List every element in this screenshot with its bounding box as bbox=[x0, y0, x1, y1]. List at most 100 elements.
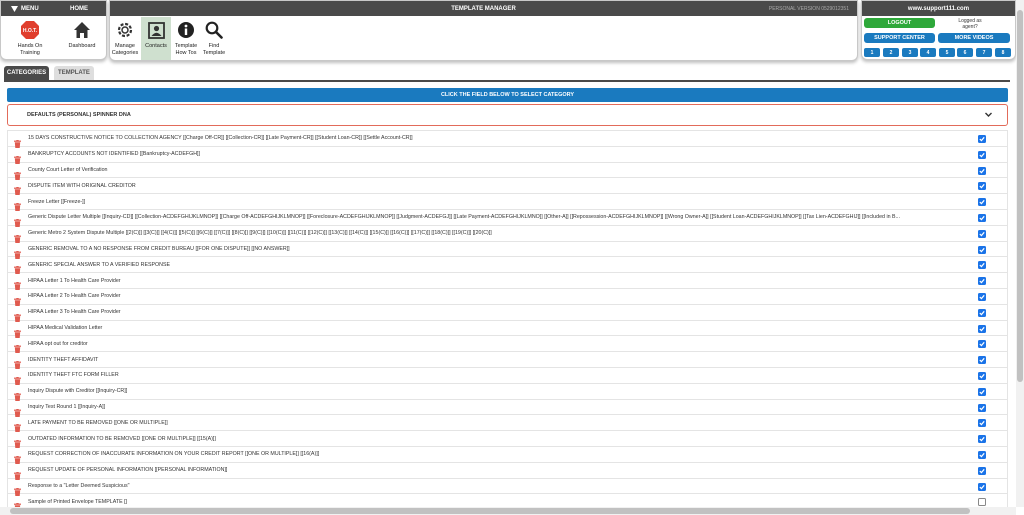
template-label: IDENTITY THEFT FTC FORM FILLER bbox=[28, 372, 119, 379]
template-row[interactable]: GENERIC SPECIAL ANSWER TO A VERIFIED RES… bbox=[8, 257, 1007, 275]
home-label[interactable]: HOME bbox=[70, 6, 88, 12]
checkmark-icon bbox=[979, 358, 985, 363]
hot-badge-icon: H.O.T. bbox=[20, 19, 40, 41]
template-label: HIPAA Letter 1 To Health Care Provider bbox=[28, 277, 121, 284]
logged-as-info: Logged as agent? bbox=[942, 18, 998, 30]
template-label: BANKRUPTCY ACCOUNTS NOT IDENTIFIED [[Ban… bbox=[28, 151, 200, 158]
logout-button[interactable]: LOGOUT bbox=[864, 18, 935, 28]
template-row[interactable]: GENERIC REMOVAL TO A NO RESPONSE FROM CR… bbox=[8, 242, 1007, 259]
template-checkbox[interactable] bbox=[978, 150, 986, 159]
template-checkbox[interactable] bbox=[978, 261, 986, 270]
page-button-3[interactable]: 3 bbox=[902, 48, 918, 57]
template-row[interactable]: Inquiry Dispute with Creditor [[Inquiry-… bbox=[8, 384, 1007, 401]
menu-header: MENU HOME bbox=[1, 1, 106, 16]
template-row[interactable]: REQUEST UPDATE OF PERSONAL INFORMATION [… bbox=[8, 463, 1007, 480]
more-videos-button[interactable]: MORE VIDEOS bbox=[938, 33, 1010, 43]
template-label: Generic Metro 2 System Dispute Multiple … bbox=[28, 230, 492, 237]
template-row[interactable]: HIPAA opt out for creditor bbox=[8, 336, 1007, 354]
template-checkbox[interactable] bbox=[978, 356, 986, 365]
checkmark-icon bbox=[979, 484, 985, 490]
template-row[interactable]: HIPAA Letter 1 To Health Care Provider bbox=[8, 273, 1007, 291]
tab-categories[interactable]: CATEGORIES bbox=[4, 66, 49, 80]
info-icon bbox=[177, 19, 195, 41]
template-checkbox[interactable] bbox=[978, 135, 986, 143]
hands-on-training-button[interactable]: H.O.T. Hands On Training bbox=[11, 19, 49, 57]
template-checkbox[interactable] bbox=[978, 324, 986, 333]
template-checkbox[interactable] bbox=[978, 277, 986, 286]
dashboard-button[interactable]: Dashboard bbox=[65, 19, 99, 50]
page-button-6[interactable]: 6 bbox=[957, 48, 973, 57]
template-label: OUTDATED INFORMATION TO BE REMOVED [[ONE… bbox=[28, 435, 216, 442]
template-label: IDENTITY THEFT AFFIDAVIT bbox=[28, 356, 99, 363]
template-row[interactable]: 15 DAYS CONSTRUCTIVE NOTICE TO COLLECTIO… bbox=[8, 131, 1007, 148]
template-label: Sample of Printed Envelope TEMPLATE [] bbox=[28, 498, 128, 505]
template-checkbox[interactable] bbox=[978, 182, 986, 191]
template-how-tos-button[interactable]: Template How Tos bbox=[172, 19, 200, 57]
template-label: Freeze Letter [[Freeze-]] bbox=[28, 198, 86, 205]
template-checkbox[interactable] bbox=[978, 308, 986, 317]
template-checkbox[interactable] bbox=[978, 482, 986, 491]
page-button-8[interactable]: 8 bbox=[995, 48, 1011, 57]
contact-card-icon bbox=[147, 19, 165, 41]
support-header: www.support111.com bbox=[862, 1, 1015, 16]
template-label: REQUEST UPDATE OF PERSONAL INFORMATION [… bbox=[28, 467, 228, 474]
template-checkbox[interactable] bbox=[978, 166, 986, 175]
template-checkbox[interactable] bbox=[978, 198, 986, 207]
template-checkbox[interactable] bbox=[978, 292, 986, 301]
tab-template[interactable]: TEMPLATE bbox=[54, 66, 94, 80]
page-button-4[interactable]: 4 bbox=[920, 48, 936, 57]
template-checkbox[interactable] bbox=[978, 245, 986, 254]
template-row[interactable]: Response to a "Letter Deemed Suspicious" bbox=[8, 479, 1007, 496]
checkmark-icon bbox=[979, 279, 985, 284]
checkmark-icon bbox=[979, 326, 985, 332]
hands-on-training-label: Hands On Training bbox=[17, 43, 43, 56]
page-button-5[interactable]: 5 bbox=[939, 48, 955, 57]
page-button-1[interactable]: 1 bbox=[864, 48, 880, 57]
template-how-tos-label: Template How Tos bbox=[174, 43, 198, 56]
vertical-scrollbar-thumb[interactable] bbox=[1017, 10, 1023, 382]
support-center-button[interactable]: SUPPORT CENTER bbox=[864, 33, 935, 43]
page-button-2[interactable]: 2 bbox=[883, 48, 899, 57]
template-row[interactable]: Freeze Letter [[Freeze-]] bbox=[8, 194, 1007, 212]
template-row[interactable]: Generic Metro 2 System Dispute Multiple … bbox=[8, 226, 1007, 243]
template-row[interactable]: LATE PAYMENT TO BE REMOVED [[ONE OR MULT… bbox=[8, 415, 1007, 433]
template-row[interactable]: Generic Dispute Letter Multiple [[Inquir… bbox=[8, 210, 1007, 227]
template-checkbox[interactable] bbox=[978, 466, 986, 475]
template-row[interactable]: County Court Letter of Verification bbox=[8, 163, 1007, 180]
template-row[interactable]: HIPAA Letter 3 To Health Care Provider bbox=[8, 305, 1007, 322]
template-row[interactable]: BANKRUPTCY ACCOUNTS NOT IDENTIFIED [[Ban… bbox=[8, 147, 1007, 164]
contacts-button[interactable]: Contacts bbox=[141, 17, 171, 60]
checkmark-icon bbox=[979, 263, 985, 268]
template-checkbox[interactable] bbox=[978, 498, 986, 507]
template-checkbox[interactable] bbox=[978, 229, 986, 238]
template-checkbox[interactable] bbox=[978, 371, 986, 380]
category-select[interactable]: DEFAULTS (PERSONAL) SPINNER DNA bbox=[7, 104, 1008, 126]
template-row[interactable]: DISPUTE ITEM WITH ORIGINAL CREDITOR bbox=[8, 178, 1007, 196]
template-checkbox[interactable] bbox=[978, 419, 986, 428]
template-checkbox[interactable] bbox=[978, 213, 986, 222]
template-row[interactable]: HIPAA Medical Validation Letter bbox=[8, 321, 1007, 338]
template-row[interactable]: IDENTITY THEFT FTC FORM FILLER bbox=[8, 368, 1007, 385]
template-row[interactable]: OUTDATED INFORMATION TO BE REMOVED [[ONE… bbox=[8, 431, 1007, 449]
checkmark-icon bbox=[979, 136, 985, 142]
template-row[interactable]: REQUEST CORRECTION OF INACCURATE INFORMA… bbox=[8, 447, 1007, 464]
template-row[interactable]: HIPAA Letter 2 To Health Care Provider bbox=[8, 289, 1007, 306]
manage-categories-button[interactable]: Manage Categories bbox=[110, 19, 140, 57]
chevron-down-icon bbox=[985, 112, 992, 117]
find-template-button[interactable]: Find Template bbox=[202, 19, 226, 57]
template-checkbox[interactable] bbox=[978, 435, 986, 444]
horizontal-scrollbar-thumb[interactable] bbox=[10, 508, 970, 514]
template-checkbox[interactable] bbox=[978, 403, 986, 412]
template-checkbox[interactable] bbox=[978, 387, 986, 396]
template-checkbox[interactable] bbox=[978, 450, 986, 459]
checkmark-icon bbox=[979, 184, 985, 189]
template-row[interactable]: IDENTITY THEFT AFFIDAVIT bbox=[8, 352, 1007, 370]
template-row[interactable]: Inquiry Test Round 1 [[Inquiry-A]] bbox=[8, 400, 1007, 417]
checkmark-icon bbox=[979, 247, 985, 253]
checkmark-icon bbox=[979, 231, 985, 237]
search-icon bbox=[205, 19, 223, 41]
menu-toggle[interactable]: MENU bbox=[11, 5, 39, 12]
page-button-7[interactable]: 7 bbox=[976, 48, 992, 57]
menu-panel: MENU HOME H.O.T. Hands On Training Dashb… bbox=[0, 0, 107, 60]
template-checkbox[interactable] bbox=[978, 340, 986, 349]
